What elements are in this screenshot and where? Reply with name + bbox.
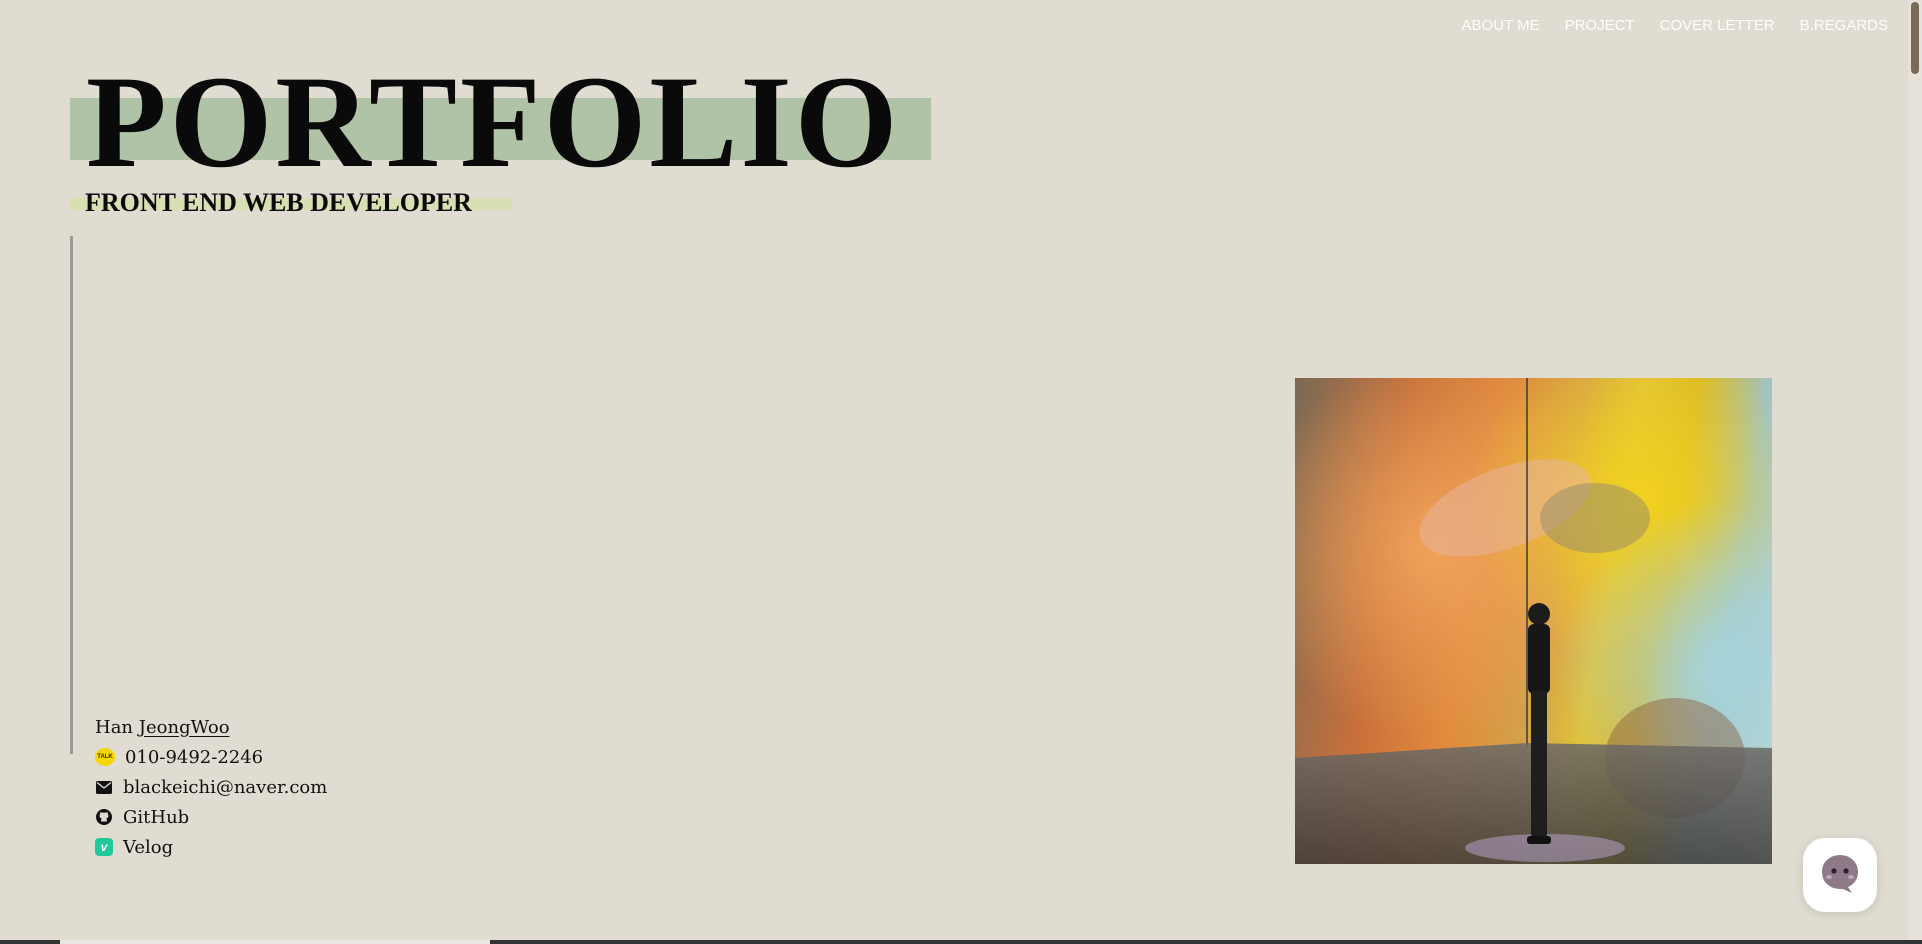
contact-github[interactable]: GitHub bbox=[95, 802, 327, 832]
email-link[interactable]: blackeichi@naver.com bbox=[123, 777, 327, 798]
top-nav: ABOUT ME PROJECT COVER LETTER B.REGARDS bbox=[1437, 17, 1888, 34]
vertical-divider bbox=[70, 236, 73, 754]
velog-link[interactable]: Velog bbox=[123, 837, 173, 858]
contact-phone: TALK 010-9492-2246 bbox=[95, 742, 327, 772]
first-name: Han bbox=[95, 716, 134, 738]
scrollbar[interactable] bbox=[1908, 0, 1922, 944]
contact-name: Han JeongWoo bbox=[95, 712, 327, 742]
phone-number: 010-9492-2246 bbox=[125, 746, 264, 768]
chat-icon bbox=[1816, 849, 1864, 901]
github-link[interactable]: GitHub bbox=[123, 807, 189, 828]
contact-email[interactable]: blackeichi@naver.com bbox=[95, 772, 327, 802]
nav-cover-letter[interactable]: COVER LETTER bbox=[1660, 17, 1775, 34]
nav-project[interactable]: PROJECT bbox=[1565, 17, 1635, 34]
nav-about-me[interactable]: ABOUT ME bbox=[1462, 17, 1540, 34]
profile-photo bbox=[1295, 378, 1772, 864]
contact-block: Han JeongWoo TALK 010-9492-2246 blackeic… bbox=[95, 712, 327, 862]
github-icon bbox=[95, 808, 113, 826]
page-subtitle: FRONT END WEB DEVELOPER bbox=[85, 188, 472, 217]
scrollbar-thumb[interactable] bbox=[1911, 2, 1919, 74]
kakaotalk-icon: TALK bbox=[95, 748, 115, 766]
mail-icon bbox=[95, 778, 113, 796]
bottom-edge bbox=[0, 940, 1922, 944]
velog-icon: v bbox=[95, 838, 113, 856]
chat-button[interactable] bbox=[1803, 838, 1877, 912]
page-title: PORTFOLIO bbox=[86, 48, 901, 195]
bottom-edge-segment bbox=[60, 940, 490, 944]
contact-velog[interactable]: v Velog bbox=[95, 832, 327, 862]
nav-b-regards[interactable]: B.REGARDS bbox=[1800, 17, 1888, 34]
last-name: JeongWoo bbox=[138, 716, 230, 738]
